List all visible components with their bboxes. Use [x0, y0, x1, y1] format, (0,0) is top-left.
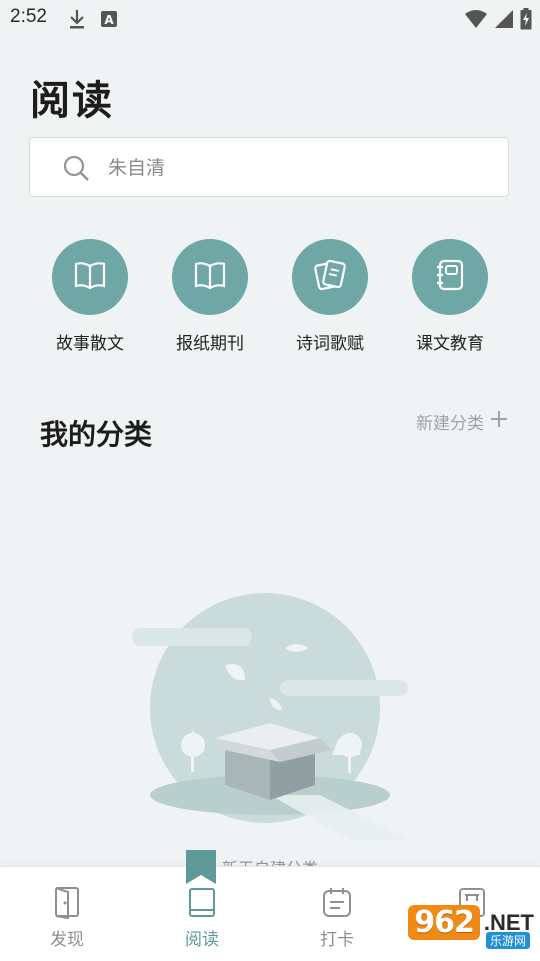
wifi-icon: [464, 9, 488, 33]
download-icon: [68, 8, 86, 34]
calendar-icon: [320, 888, 354, 923]
nav-discover[interactable]: 发现: [17, 885, 117, 950]
category-circle: [292, 239, 368, 315]
category-newspapers[interactable]: 报纸期刊: [150, 239, 270, 354]
search-box[interactable]: [29, 137, 509, 198]
category-textbooks[interactable]: 课文教育: [390, 239, 510, 354]
signal-icon: [494, 9, 514, 33]
status-left-icons: A: [68, 8, 118, 34]
status-right-icons: [464, 8, 532, 34]
watermark-sub: 乐游网: [485, 932, 530, 949]
battery-charging-icon: [520, 8, 532, 34]
category-label: 诗词歌赋: [296, 334, 364, 354]
category-label: 故事散文: [56, 334, 124, 354]
watermark-brand: 962: [408, 905, 480, 940]
page-title: 阅读: [30, 77, 114, 124]
category-row: 故事散文 报纸期刊 诗词歌赋 课文教育: [30, 239, 510, 359]
nav-label: 阅读: [185, 930, 219, 950]
status-bar: 2:52 A: [0, 0, 540, 38]
category-poetry[interactable]: 诗词歌赋: [270, 239, 390, 354]
poetry-cards-icon: [313, 258, 347, 296]
category-circle: [172, 239, 248, 315]
active-tab-bookmark-icon: [186, 850, 216, 888]
nav-reading[interactable]: 阅读: [152, 885, 252, 950]
status-time: 2:52: [10, 6, 47, 27]
nav-label: 发现: [50, 930, 84, 950]
book-icon: [185, 888, 219, 923]
category-circle: [52, 239, 128, 315]
search-input[interactable]: [106, 138, 490, 198]
my-categories-title: 我的分类: [40, 418, 153, 451]
new-category-label: 新建分类: [416, 414, 484, 434]
open-book-icon: [193, 260, 227, 294]
search-icon: [62, 154, 90, 186]
category-label: 课文教育: [416, 334, 484, 354]
svg-text:A: A: [104, 13, 114, 27]
plus-icon: [490, 410, 508, 433]
nav-checkin[interactable]: 打卡: [287, 885, 387, 950]
door-icon: [50, 887, 84, 923]
nav-label: 打卡: [320, 930, 354, 950]
new-category-button[interactable]: 新建分类: [416, 409, 508, 434]
open-book-icon: [73, 260, 107, 294]
category-label: 报纸期刊: [176, 334, 244, 354]
empty-state-illustration: [120, 590, 420, 840]
notebook-icon: [434, 258, 466, 296]
category-circle: [412, 239, 488, 315]
category-stories-essays[interactable]: 故事散文: [30, 239, 150, 354]
keyboard-a-icon: A: [100, 10, 118, 32]
